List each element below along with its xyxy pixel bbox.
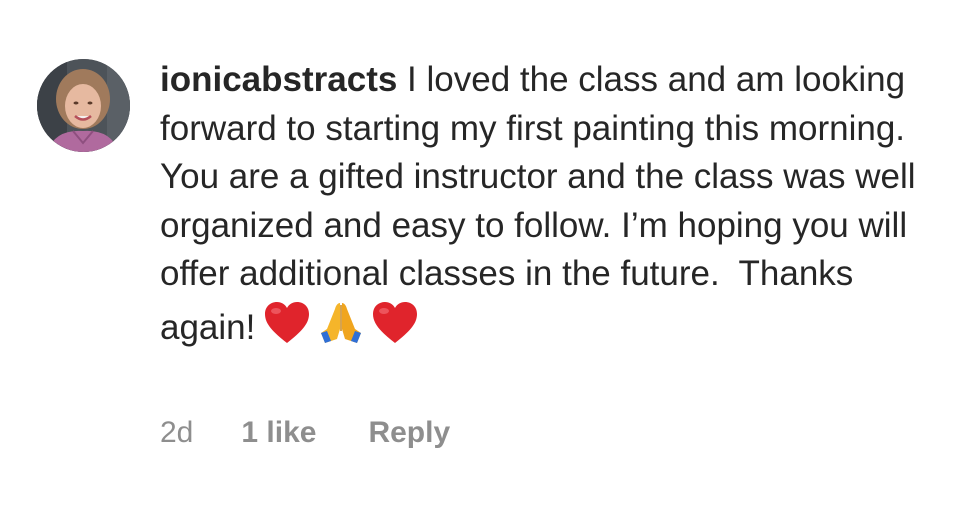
comment-body: ionicabstracts I loved the class and am …	[160, 56, 950, 358]
reply-button[interactable]: Reply	[368, 416, 450, 450]
comment-meta: 2d 1 like Reply	[160, 416, 450, 450]
red-heart-icon	[263, 301, 311, 359]
comment-username[interactable]: ionicabstracts	[160, 60, 397, 99]
red-heart-icon	[371, 301, 419, 359]
avatar[interactable]	[37, 59, 130, 152]
folded-hands-icon	[317, 299, 365, 359]
comment-item: ionicabstracts I loved the class and am …	[0, 0, 957, 505]
likes-count-link[interactable]: 1 like	[241, 416, 316, 450]
emoji-group	[263, 299, 419, 359]
comment-timestamp: 2d	[160, 416, 194, 449]
profile-photo-icon	[37, 59, 130, 152]
